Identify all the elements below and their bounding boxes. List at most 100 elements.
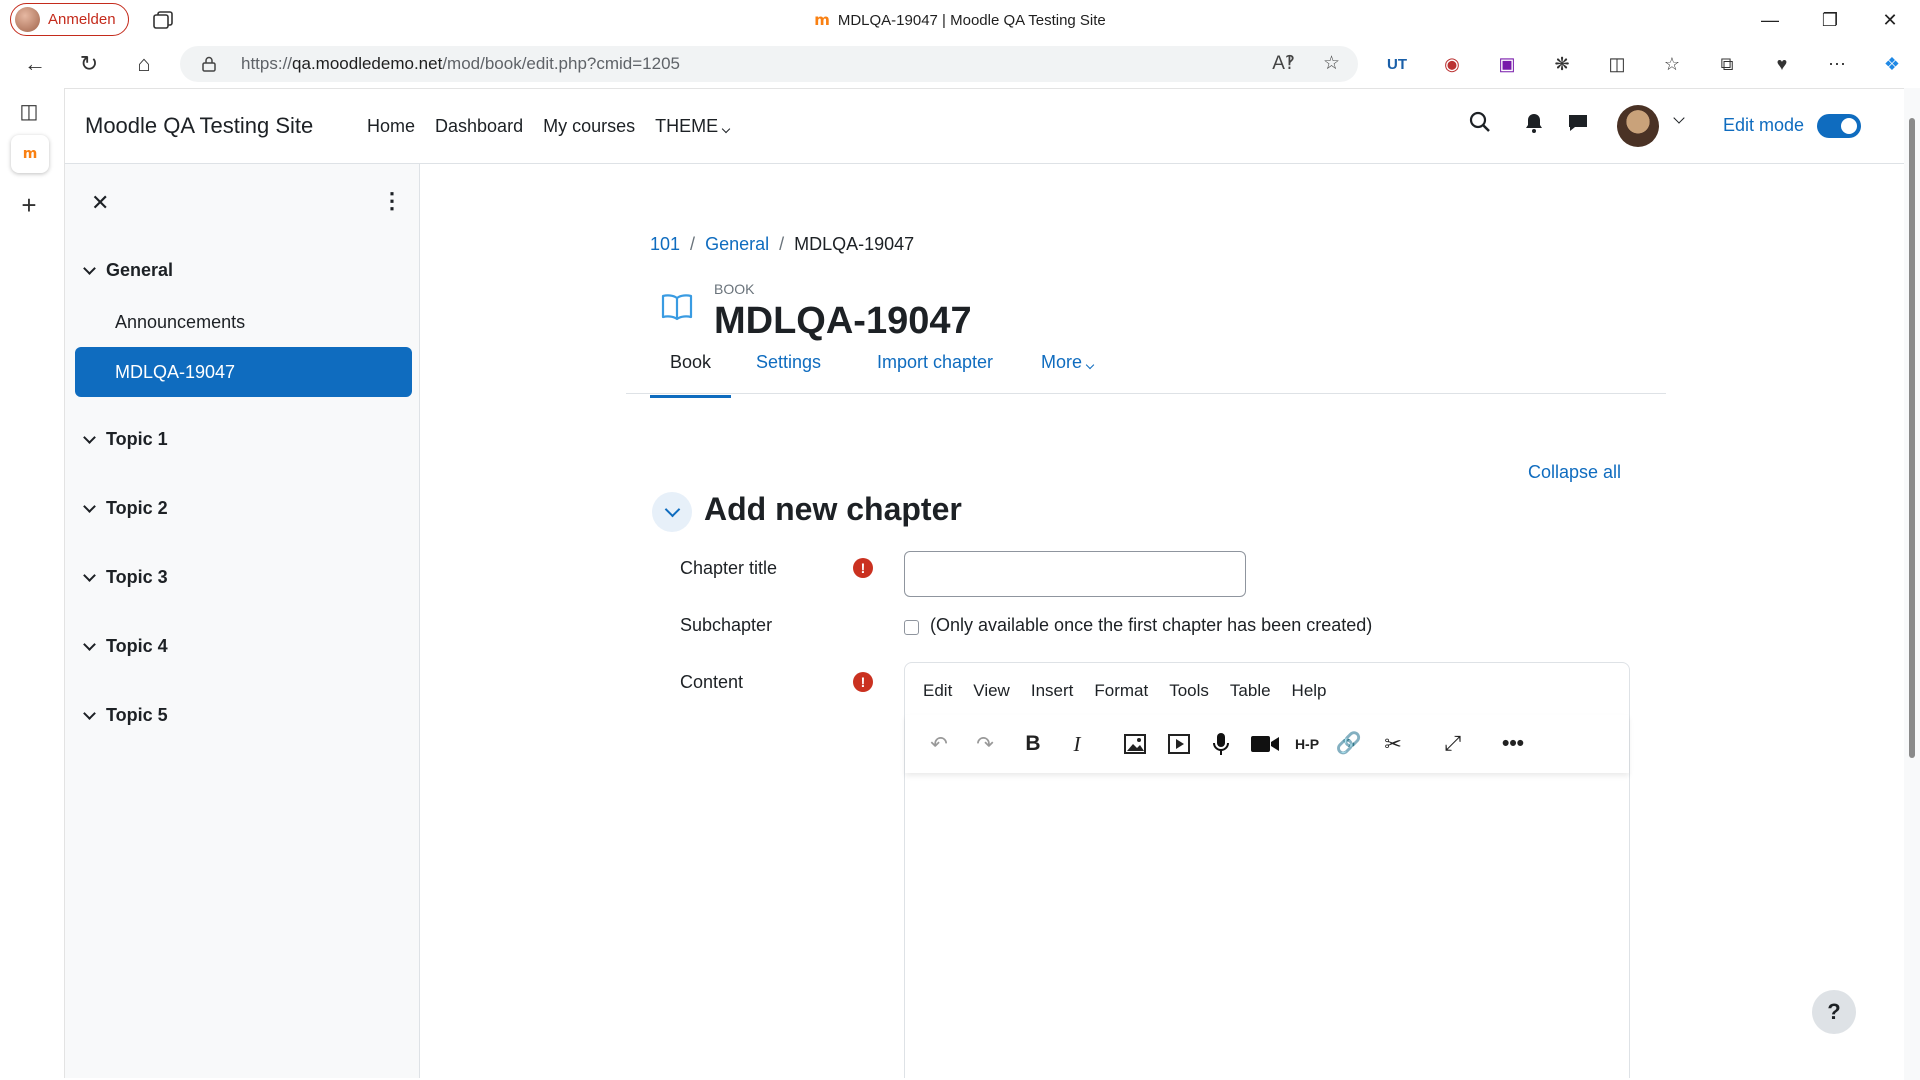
course-section-topic-1[interactable]: Topic 1 (83, 429, 168, 450)
close-drawer-icon[interactable]: ✕ (91, 190, 109, 216)
tab-import-chapter[interactable]: Import chapter (877, 346, 993, 395)
breadcrumb-section[interactable]: General (705, 234, 769, 255)
menu-table[interactable]: Table (1230, 681, 1271, 701)
help-button[interactable]: ? (1812, 990, 1856, 1034)
search-icon[interactable] (1469, 111, 1491, 138)
editor-menubar: Edit View Insert Format Tools Table Help (923, 681, 1327, 701)
image-icon[interactable] (1119, 729, 1151, 759)
link-icon[interactable]: 🔗 (1333, 729, 1365, 759)
notifications-bell-icon[interactable] (1525, 113, 1543, 138)
menu-help[interactable]: Help (1292, 681, 1327, 701)
main-content: 101 / General / MDLQA-19047 BOOK MDLQA-1… (420, 164, 1904, 1078)
menu-tools[interactable]: Tools (1169, 681, 1209, 701)
book-icon (661, 294, 693, 321)
record-video-icon[interactable] (1249, 729, 1281, 759)
breadcrumb-current: MDLQA-19047 (794, 234, 915, 254)
messages-icon[interactable] (1567, 113, 1589, 138)
course-section-topic-3[interactable]: Topic 3 (83, 567, 168, 588)
course-item-announcements[interactable]: Announcements (75, 297, 412, 347)
home-icon[interactable]: ⌂ (127, 48, 161, 80)
more-tools-icon[interactable]: ••• (1497, 729, 1529, 759)
content-label: Content (680, 672, 744, 692)
chevron-down-icon (83, 568, 96, 582)
course-section-topic-2[interactable]: Topic 2 (83, 498, 168, 519)
course-index-drawer: ✕ ⋮ General Announcements MDLQA-19047 To… (65, 164, 420, 1078)
menu-format[interactable]: Format (1094, 681, 1148, 701)
site-name[interactable]: Moodle QA Testing Site (85, 113, 313, 139)
collapse-all-link[interactable]: Collapse all (1528, 462, 1621, 483)
chevron-down-icon (664, 501, 680, 518)
chevron-down-icon (83, 637, 96, 651)
unlink-icon[interactable]: ✂ (1377, 729, 1409, 759)
nav-my-courses[interactable]: My courses (543, 116, 635, 137)
moodle-favicon-icon: m (814, 11, 830, 29)
section-label: Topic 1 (106, 429, 168, 449)
course-section-topic-5[interactable]: Topic 5 (83, 705, 168, 726)
back-icon[interactable]: ← (18, 48, 52, 80)
browser-toolbar: ← ↻ ⌂ https://qa.moodledemo.net/mod/book… (0, 40, 1920, 88)
address-bar[interactable]: https://qa.moodledemo.net/mod/book/edit.… (180, 46, 1358, 82)
tab-settings[interactable]: Settings (756, 346, 821, 395)
undo-icon[interactable]: ↶ (923, 729, 955, 759)
favorite-star-icon[interactable]: ☆ (1323, 52, 1340, 75)
moodle-navbar: Moodle QA Testing Site Home Dashboard My… (65, 89, 1904, 164)
nav-home[interactable]: Home (367, 116, 415, 137)
section-label: Topic 5 (106, 705, 168, 725)
nav-dashboard[interactable]: Dashboard (435, 116, 523, 137)
tab-more[interactable]: More (1041, 346, 1095, 395)
section-label: Topic 4 (106, 636, 168, 656)
favorites-icon[interactable]: ☆ (1653, 48, 1691, 80)
split-screen-icon[interactable]: ◫ (1598, 48, 1636, 80)
extension-shield-icon[interactable]: ◉ (1433, 48, 1471, 80)
kebab-menu-icon[interactable]: ⋮ (381, 188, 403, 214)
chapter-title-input[interactable] (904, 551, 1246, 597)
chapter-title-label: Chapter title (680, 558, 778, 578)
media-icon[interactable] (1163, 729, 1195, 759)
user-avatar[interactable] (1617, 105, 1659, 147)
tab-book[interactable]: Book (650, 346, 732, 398)
course-section-general[interactable]: General (83, 260, 173, 281)
subchapter-checkbox[interactable] (904, 620, 919, 635)
minimize-icon[interactable]: — (1740, 0, 1800, 40)
browser-titlebar: Anmelden m MDLQA-19047 | Moodle QA Testi… (0, 0, 1920, 40)
vertical-tabs-icon[interactable]: ◫ (14, 96, 44, 126)
restore-icon[interactable]: ❐ (1800, 0, 1860, 40)
read-aloud-icon[interactable]: A‽ (1272, 52, 1295, 75)
edit-mode-toggle[interactable] (1817, 114, 1861, 138)
nav-theme[interactable]: THEME (655, 116, 731, 137)
redo-icon[interactable]: ↷ (969, 729, 1001, 759)
menu-view[interactable]: View (973, 681, 1010, 701)
bold-icon[interactable]: B (1017, 729, 1049, 759)
extension-ut-icon[interactable]: UT (1378, 48, 1416, 80)
section-collapse-toggle[interactable] (652, 492, 692, 532)
course-section-topic-4[interactable]: Topic 4 (83, 636, 168, 657)
subchapter-label: Subchapter (680, 615, 773, 635)
new-tab-icon[interactable]: + (14, 190, 44, 220)
page-scrollbar[interactable] (1904, 88, 1920, 1080)
onenote-icon[interactable]: ▣ (1488, 48, 1526, 80)
window-title: m MDLQA-19047 | Moodle QA Testing Site (0, 0, 1920, 40)
section-label: Topic 3 (106, 567, 168, 587)
italic-icon[interactable]: I (1061, 729, 1093, 759)
menu-edit[interactable]: Edit (923, 681, 952, 701)
copilot-icon[interactable]: ❖ (1873, 48, 1911, 80)
h5p-icon[interactable]: H-P (1291, 729, 1323, 759)
extensions-icon[interactable]: ❋ (1543, 48, 1581, 80)
refresh-icon[interactable]: ↻ (72, 48, 106, 80)
breadcrumb-course[interactable]: 101 (650, 234, 680, 255)
collections-icon[interactable]: ⧉ (1708, 48, 1746, 80)
fullscreen-icon[interactable]: ⤢ (1437, 729, 1469, 759)
section-title: Add new chapter (704, 491, 962, 527)
more-menu-icon[interactable]: ⋯ (1818, 48, 1856, 80)
browser-sidebar: ◫ m + (0, 88, 64, 1080)
close-window-icon[interactable]: ✕ (1860, 0, 1920, 40)
browser-essentials-icon[interactable]: ♥ (1763, 48, 1801, 80)
course-item-mdlqa-19047[interactable]: MDLQA-19047 (75, 347, 412, 397)
record-audio-icon[interactable] (1205, 729, 1237, 759)
menu-insert[interactable]: Insert (1031, 681, 1074, 701)
user-menu-chevron-icon[interactable] (1673, 112, 1685, 124)
item-label: Announcements (115, 311, 246, 332)
chevron-down-icon (83, 706, 96, 720)
scrollbar-thumb[interactable] (1909, 118, 1915, 758)
tab-moodle-icon[interactable]: m (11, 135, 49, 173)
